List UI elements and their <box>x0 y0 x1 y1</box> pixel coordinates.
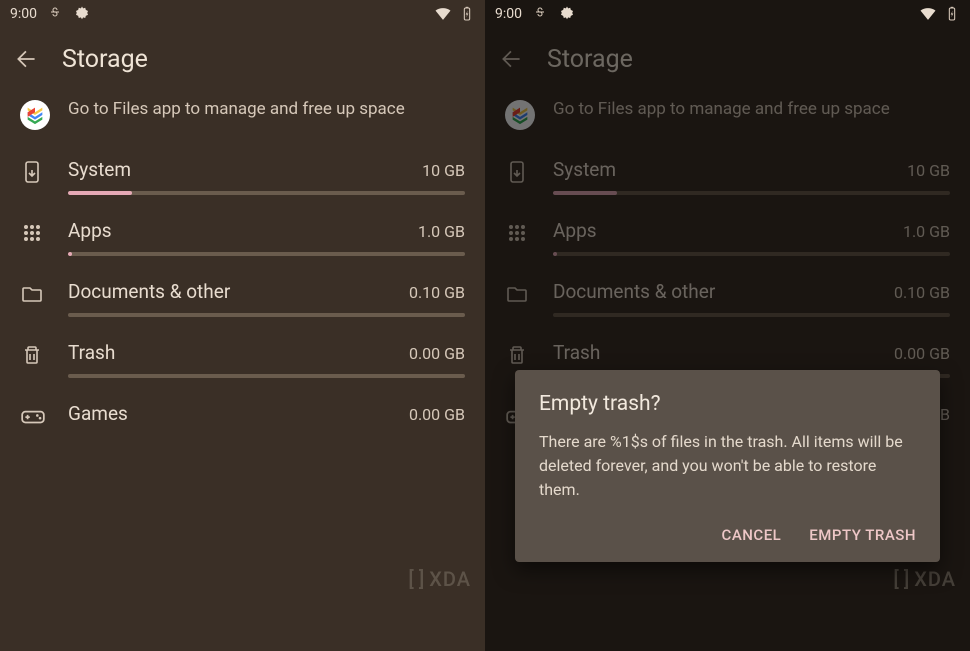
category-games[interactable]: Games0.00 GB <box>0 392 485 430</box>
clock: 9:00 <box>10 6 37 22</box>
page-title: Storage <box>547 45 633 74</box>
empty-trash-dialog: Empty trash? There are %1$s of files in … <box>515 370 940 562</box>
gamepad-icon <box>20 403 46 429</box>
battery-icon <box>944 4 960 24</box>
files-app-icon <box>20 100 50 130</box>
page-title: Storage <box>62 45 148 74</box>
progress-bar <box>68 191 465 195</box>
s-icon <box>532 6 548 22</box>
watermark: []XDA <box>408 567 471 591</box>
category-apps[interactable]: Apps1.0 GB <box>485 209 970 270</box>
empty-trash-button[interactable]: EMPTY TRASH <box>809 526 916 544</box>
wifi-icon <box>433 4 453 24</box>
device-icon <box>505 160 529 184</box>
category-documents[interactable]: Documents & other0.10 GB <box>485 270 970 331</box>
status-bar: 9:00 <box>0 0 485 28</box>
status-bar: 9:00 <box>485 0 970 28</box>
back-icon[interactable] <box>499 46 525 72</box>
app-bar: Storage <box>485 28 970 90</box>
gear-icon <box>558 5 576 23</box>
category-documents[interactable]: Documents & other0.10 GB <box>0 270 485 331</box>
device-icon <box>20 160 44 184</box>
screenshot-left: 9:00 Storage Go to Files app to manage a… <box>0 0 485 651</box>
category-system[interactable]: System10 GB <box>0 148 485 209</box>
folder-icon <box>505 282 529 306</box>
gear-icon <box>73 5 91 23</box>
category-system[interactable]: System10 GB <box>485 148 970 209</box>
files-app-link[interactable]: Go to Files app to manage and free up sp… <box>0 90 485 148</box>
category-apps[interactable]: Apps1.0 GB <box>0 209 485 270</box>
category-trash[interactable]: Trash0.00 GB <box>0 331 485 392</box>
apps-icon <box>505 221 529 245</box>
cancel-button[interactable]: CANCEL <box>722 526 782 544</box>
dialog-message: There are %1$s of files in the trash. Al… <box>539 430 916 502</box>
clock: 9:00 <box>495 6 522 22</box>
wifi-icon <box>918 4 938 24</box>
watermark: []XDA <box>893 567 956 591</box>
files-hint: Go to Files app to manage and free up sp… <box>68 98 465 121</box>
dialog-title: Empty trash? <box>539 392 916 416</box>
back-icon[interactable] <box>14 46 40 72</box>
folder-icon <box>20 282 44 306</box>
screenshot-right: 9:00 Storage Go to Files app to manage a… <box>485 0 970 651</box>
s-icon <box>47 6 63 22</box>
trash-icon <box>20 343 44 367</box>
battery-icon <box>459 4 475 24</box>
apps-icon <box>20 221 44 245</box>
files-app-icon <box>505 100 535 130</box>
files-app-link[interactable]: Go to Files app to manage and free up sp… <box>485 90 970 148</box>
app-bar: Storage <box>0 28 485 90</box>
trash-icon <box>505 343 529 367</box>
